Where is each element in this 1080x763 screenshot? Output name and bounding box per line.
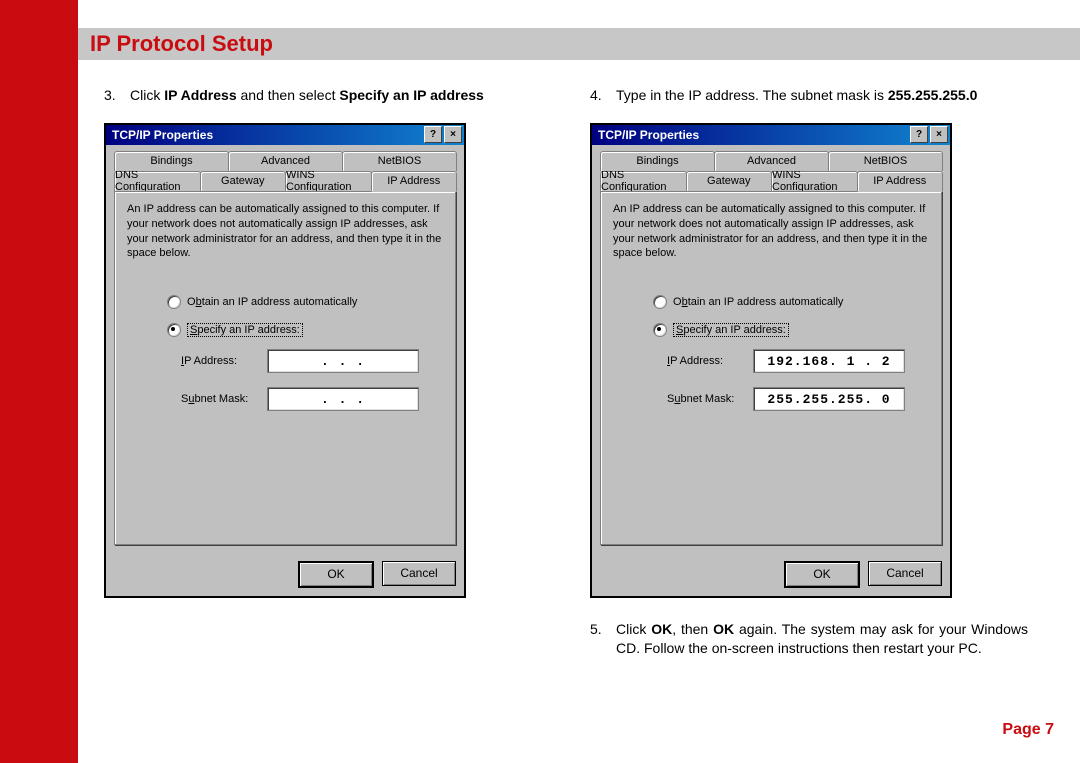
dialog-title: TCP/IP Properties [598, 128, 699, 142]
row-mask: Subnet Mask: . . . [181, 387, 443, 411]
step-4: 4. Type in the IP address. The subnet ma… [590, 86, 1028, 105]
tab-dns[interactable]: DNS Configuration [600, 171, 687, 191]
tcpip-dialog: TCP/IP Properties ? × Bindings Advanced … [106, 125, 464, 596]
radio-obtain[interactable]: Obtain an IP address automatically [167, 295, 443, 309]
radio-icon [653, 295, 667, 309]
ip-fields: IP Address: . . . Subnet Mask: . . . [181, 349, 443, 411]
step-text: Click OK, then OK again. The system may … [616, 620, 1028, 658]
cancel-button[interactable]: Cancel [382, 561, 456, 586]
dialog-body: Bindings Advanced NetBIOS DNS Configurat… [592, 145, 950, 553]
page-header: IP Protocol Setup [78, 28, 1080, 60]
content-columns: 3. Click IP Address and then select Spec… [104, 86, 1028, 658]
info-text: An IP address can be automatically assig… [613, 202, 929, 261]
dialog-titlebar: TCP/IP Properties ? × [106, 125, 464, 145]
screenshot-left: TCP/IP Properties ? × Bindings Advanced … [104, 123, 466, 598]
info-text: An IP address can be automatically assig… [127, 202, 443, 261]
tab-bindings[interactable]: Bindings [114, 151, 229, 171]
radio-specify[interactable]: Specify an IP address: [653, 323, 929, 337]
tab-ipaddress[interactable]: IP Address [371, 171, 458, 192]
sidebar-red-stripe [0, 0, 78, 763]
step-3: 3. Click IP Address and then select Spec… [104, 86, 542, 105]
radio-icon [167, 323, 181, 337]
tabs-row-front: DNS Configuration Gateway WINS Configura… [114, 171, 456, 191]
tabs-row-back: Bindings Advanced NetBIOS [600, 151, 942, 171]
label-mask: Subnet Mask: [181, 393, 267, 405]
dialog-buttons: OK Cancel [592, 553, 950, 596]
tabs-row-front: DNS Configuration Gateway WINS Configura… [600, 171, 942, 191]
row-ip: IP Address: . . . [181, 349, 443, 373]
input-ip[interactable]: 192.168. 1 . 2 [753, 349, 905, 373]
ip-fields: IP Address: 192.168. 1 . 2 Subnet Mask: … [667, 349, 929, 411]
ok-button[interactable]: OK [298, 561, 374, 588]
tab-gateway[interactable]: Gateway [686, 171, 773, 191]
radio-obtain[interactable]: Obtain an IP address automatically [653, 295, 929, 309]
column-left: 3. Click IP Address and then select Spec… [104, 86, 542, 658]
tab-panel: An IP address can be automatically assig… [600, 191, 942, 545]
dialog-title: TCP/IP Properties [112, 128, 213, 142]
radio-specify[interactable]: Specify an IP address: [167, 323, 443, 337]
step-number: 5. [590, 620, 616, 658]
tab-gateway[interactable]: Gateway [200, 171, 287, 191]
step-text: Click IP Address and then select Specify… [130, 86, 542, 105]
radio-icon [167, 295, 181, 309]
row-ip: IP Address: 192.168. 1 . 2 [667, 349, 929, 373]
help-button[interactable]: ? [424, 126, 442, 143]
tcpip-dialog: TCP/IP Properties ? × Bindings Advanced … [592, 125, 950, 596]
close-button[interactable]: × [444, 126, 462, 143]
tab-netbios[interactable]: NetBIOS [828, 151, 943, 171]
close-button[interactable]: × [930, 126, 948, 143]
tab-bindings[interactable]: Bindings [600, 151, 715, 171]
step-text: Type in the IP address. The subnet mask … [616, 86, 1028, 105]
radio-icon [653, 323, 667, 337]
step-5: 5. Click OK, then OK again. The system m… [590, 620, 1028, 658]
input-ip[interactable]: . . . [267, 349, 419, 373]
input-mask[interactable]: 255.255.255. 0 [753, 387, 905, 411]
tab-wins[interactable]: WINS Configuration [771, 171, 858, 191]
tab-advanced[interactable]: Advanced [714, 151, 829, 171]
tab-advanced[interactable]: Advanced [228, 151, 343, 171]
help-button[interactable]: ? [910, 126, 928, 143]
tabs-row-back: Bindings Advanced NetBIOS [114, 151, 456, 171]
label-ip: IP Address: [181, 355, 267, 367]
tab-wins[interactable]: WINS Configuration [285, 171, 372, 191]
tab-ipaddress[interactable]: IP Address [857, 171, 944, 192]
step-number: 3. [104, 86, 130, 105]
tab-dns[interactable]: DNS Configuration [114, 171, 201, 191]
label-mask: Subnet Mask: [667, 393, 753, 405]
step-number: 4. [590, 86, 616, 105]
tab-panel: An IP address can be automatically assig… [114, 191, 456, 545]
dialog-body: Bindings Advanced NetBIOS DNS Configurat… [106, 145, 464, 553]
screenshot-right: TCP/IP Properties ? × Bindings Advanced … [590, 123, 952, 598]
tab-netbios[interactable]: NetBIOS [342, 151, 457, 171]
label-ip: IP Address: [667, 355, 753, 367]
dialog-buttons: OK Cancel [106, 553, 464, 596]
row-mask: Subnet Mask: 255.255.255. 0 [667, 387, 929, 411]
page-footer: Page 7 [1002, 721, 1054, 739]
page-title: IP Protocol Setup [90, 31, 273, 57]
ok-button[interactable]: OK [784, 561, 860, 588]
input-mask[interactable]: . . . [267, 387, 419, 411]
column-right: 4. Type in the IP address. The subnet ma… [590, 86, 1028, 658]
dialog-titlebar: TCP/IP Properties ? × [592, 125, 950, 145]
cancel-button[interactable]: Cancel [868, 561, 942, 586]
